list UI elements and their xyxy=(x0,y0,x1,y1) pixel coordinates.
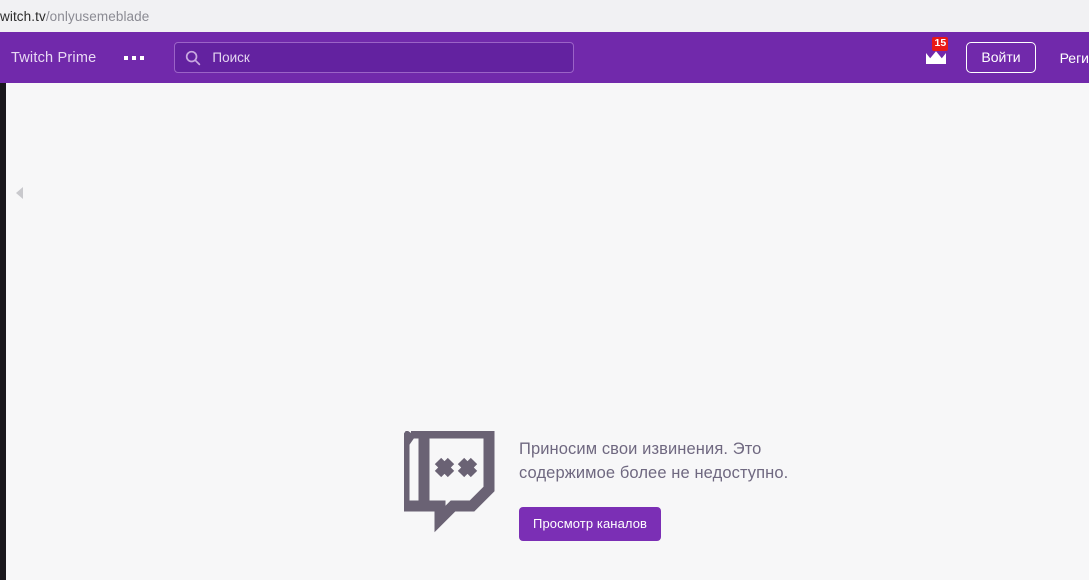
login-button[interactable]: Войти xyxy=(966,42,1036,73)
error-text-group: Приносим свои извинения. Это содержимое … xyxy=(519,431,799,541)
nav-right-group: 15 Войти Реги xyxy=(921,32,1089,83)
notification-badge: 15 xyxy=(932,36,949,51)
url-text: witch.tv/onlyusemeblade xyxy=(0,9,149,24)
browser-url-bar[interactable]: witch.tv/onlyusemeblade xyxy=(0,0,1089,32)
main-content-area: Приносим свои извинения. Это содержимое … xyxy=(0,83,1089,580)
ellipsis-icon-dot xyxy=(132,55,137,60)
twitch-prime-link[interactable]: Twitch Prime xyxy=(11,50,96,66)
search-box[interactable] xyxy=(174,42,575,73)
chevron-left-icon[interactable] xyxy=(16,187,23,199)
twitch-glitch-dead-icon xyxy=(404,431,495,533)
top-navigation-bar: Twitch Prime 15 Войти Реги xyxy=(0,32,1089,83)
content-unavailable-block: Приносим свои извинения. Это содержимое … xyxy=(404,431,799,541)
url-path: /onlyusemeblade xyxy=(45,8,150,24)
more-menu-button[interactable] xyxy=(120,50,148,66)
signup-button[interactable]: Реги xyxy=(1060,50,1089,66)
left-sidebar-rail xyxy=(0,83,6,580)
error-message: Приносим свои извинения. Это содержимое … xyxy=(519,440,789,482)
url-host: witch.tv xyxy=(0,8,46,24)
crown-icon xyxy=(926,50,947,64)
browse-channels-button[interactable]: Просмотр каналов xyxy=(519,507,662,541)
prime-crown-button[interactable]: 15 xyxy=(921,36,951,70)
search-icon xyxy=(186,50,201,65)
ellipsis-icon-dot xyxy=(140,55,145,60)
ellipsis-icon-dot xyxy=(124,55,129,60)
search-input[interactable] xyxy=(212,50,564,65)
